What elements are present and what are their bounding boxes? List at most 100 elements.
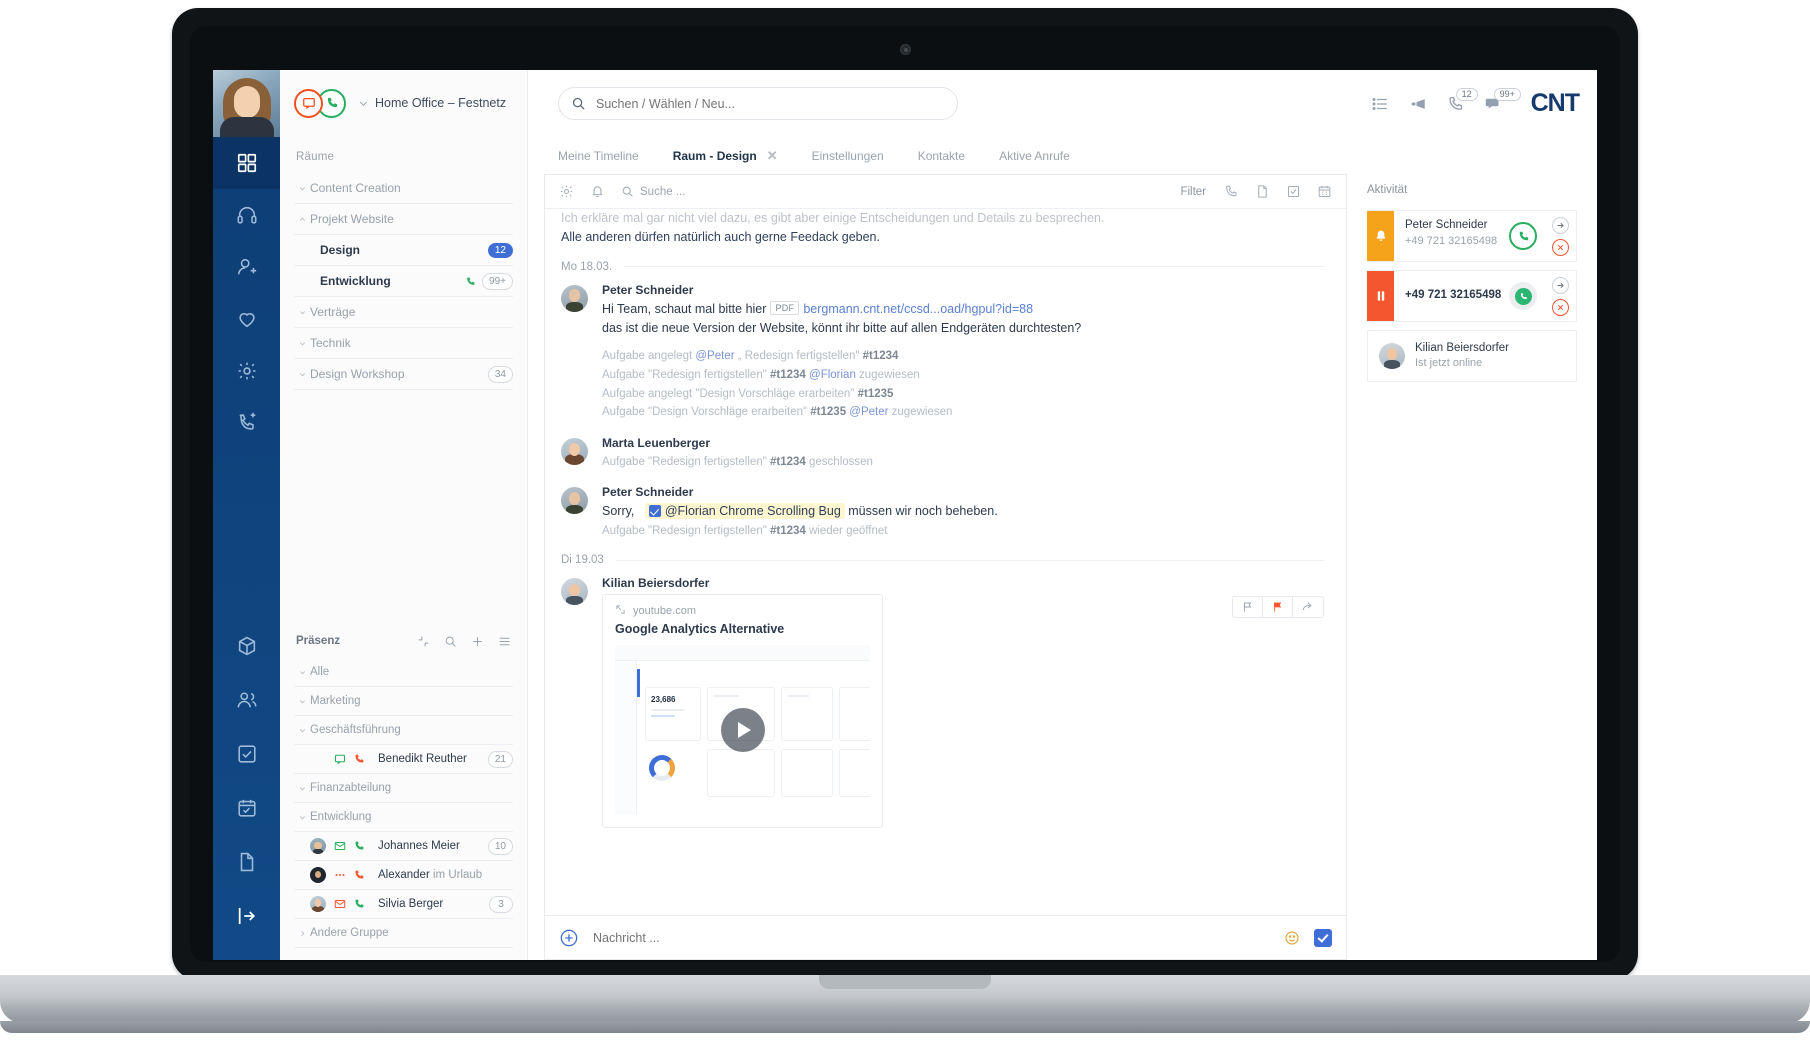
phone-icon[interactable]: 12 bbox=[1447, 87, 1478, 113]
presence-group-gesch-ftsf-hrung[interactable]: Geschäftsführung bbox=[294, 716, 513, 745]
list-icon[interactable] bbox=[1371, 95, 1389, 113]
rail-item-contact-add[interactable] bbox=[213, 241, 280, 293]
decline-x-icon[interactable] bbox=[1551, 298, 1569, 316]
chevron-up-icon[interactable] bbox=[294, 215, 310, 224]
presence-group-entwicklung[interactable]: Entwicklung bbox=[294, 803, 513, 832]
presence-status-bar[interactable]: Home Office – Festnetz bbox=[280, 70, 527, 137]
rail-item-favorites[interactable] bbox=[213, 293, 280, 345]
rail-item-settings[interactable] bbox=[213, 345, 280, 397]
emoji-icon[interactable] bbox=[1284, 930, 1300, 946]
chevron-down-icon[interactable] bbox=[294, 813, 310, 822]
filter-label[interactable]: Filter bbox=[1180, 186, 1206, 198]
rail-item-box[interactable] bbox=[213, 620, 280, 672]
tab-raum-design[interactable]: Raum - Design ✕ bbox=[673, 148, 778, 164]
message-input[interactable] bbox=[593, 930, 1270, 945]
presence-member-alexander[interactable]: Alexander im Urlaub bbox=[294, 861, 513, 890]
link[interactable]: bergmann.cnt.net/ccsd...oad/hgpul?id=88 bbox=[803, 302, 1033, 316]
pdf-chip[interactable]: PDF bbox=[770, 301, 800, 316]
presence-member-johannes-meier[interactable]: Johannes Meier 10 bbox=[294, 832, 513, 861]
calendar-icon[interactable] bbox=[1317, 184, 1332, 199]
chat-icon[interactable]: 99+ bbox=[1485, 87, 1521, 113]
search-icon[interactable] bbox=[444, 635, 457, 648]
chevron-down-icon[interactable] bbox=[294, 784, 310, 793]
task-mention-chip[interactable]: @Florian Chrome Scrolling Bug bbox=[644, 503, 845, 520]
collapse-icon[interactable] bbox=[417, 635, 430, 648]
presence-group-finanzabteilung[interactable]: Finanzabteilung bbox=[294, 774, 513, 803]
gear-icon[interactable] bbox=[559, 184, 574, 199]
phone-green-icon[interactable] bbox=[351, 898, 367, 910]
room-item-vertr-ge[interactable]: Verträge bbox=[294, 297, 513, 328]
chevron-down-icon[interactable] bbox=[358, 98, 369, 109]
activity-call-card[interactable]: Peter Schneider +49 721 32165498 bbox=[1367, 210, 1577, 262]
send-check-icon[interactable] bbox=[1314, 928, 1332, 947]
phone-icon[interactable] bbox=[1224, 184, 1239, 199]
close-icon[interactable]: ✕ bbox=[767, 148, 778, 164]
rail-item-people[interactable] bbox=[213, 674, 280, 726]
chevron-down-icon[interactable] bbox=[294, 668, 310, 677]
user-avatar[interactable] bbox=[213, 70, 280, 137]
tab-meine-timeline[interactable]: Meine Timeline bbox=[558, 149, 639, 163]
tab-aktive-anrufe[interactable]: Aktive Anrufe bbox=[999, 149, 1070, 163]
tab-kontakte[interactable]: Kontakte bbox=[918, 149, 965, 163]
checkbox-icon[interactable] bbox=[648, 505, 661, 518]
search-input[interactable] bbox=[596, 96, 957, 111]
room-item-entwicklung[interactable]: Entwicklung 99+ bbox=[294, 266, 513, 297]
chat-search[interactable]: Suche ... bbox=[621, 185, 685, 198]
rail-item-dashboard[interactable] bbox=[213, 137, 280, 189]
phone-accept-icon[interactable] bbox=[1509, 222, 1537, 250]
mention[interactable]: @Peter bbox=[695, 350, 734, 362]
plus-icon[interactable] bbox=[471, 635, 484, 648]
phone-red-icon[interactable] bbox=[351, 753, 367, 765]
activity-call-card[interactable]: +49 721 32165498 bbox=[1367, 270, 1577, 322]
phone-red-icon[interactable] bbox=[351, 869, 367, 881]
rail-item-checkbox[interactable] bbox=[213, 728, 280, 780]
chevron-right-icon[interactable] bbox=[294, 929, 310, 938]
flag-outline-icon[interactable] bbox=[1233, 597, 1263, 618]
link-preview-card[interactable]: youtube.com Google Analytics Alternative 2… bbox=[602, 594, 883, 829]
menu-icon[interactable] bbox=[498, 635, 511, 648]
rail-item-documents[interactable] bbox=[213, 836, 280, 888]
megaphone-icon[interactable] bbox=[1409, 95, 1427, 113]
messages-list[interactable]: Ich erkläre mal gar nicht viel dazu, es … bbox=[545, 209, 1346, 915]
arrow-right-icon[interactable] bbox=[1551, 276, 1569, 294]
presence-member-benedikt-reuther[interactable]: Benedikt Reuther 21 bbox=[294, 745, 513, 774]
presence-group-alle[interactable]: Alle bbox=[294, 658, 513, 687]
chevron-down-icon[interactable] bbox=[294, 370, 310, 379]
room-item-projekt-website[interactable]: Projekt Website bbox=[294, 204, 513, 235]
presence-group-marketing[interactable]: Marketing bbox=[294, 687, 513, 716]
rail-item-headset[interactable] bbox=[213, 189, 280, 241]
chevron-down-icon[interactable] bbox=[294, 726, 310, 735]
task-icon[interactable] bbox=[1286, 184, 1301, 199]
document-icon[interactable] bbox=[1255, 184, 1270, 199]
rail-item-phone-settings[interactable] bbox=[213, 397, 280, 449]
chat-green-icon[interactable] bbox=[332, 753, 348, 765]
phone-green-icon[interactable] bbox=[351, 840, 367, 852]
presence-group-andere-gruppe[interactable]: Andere Gruppe bbox=[294, 919, 513, 948]
chevron-down-icon[interactable] bbox=[294, 184, 310, 193]
global-search[interactable] bbox=[558, 87, 958, 120]
dots-red-icon[interactable] bbox=[332, 869, 348, 881]
room-item-content-creation[interactable]: Content Creation bbox=[294, 173, 513, 204]
preview-thumbnail[interactable]: 23,686 bbox=[615, 645, 870, 816]
chat-bubble-icon[interactable] bbox=[294, 88, 323, 118]
bell-icon[interactable] bbox=[590, 184, 605, 199]
plus-circle-icon[interactable] bbox=[559, 928, 579, 948]
mail-green-icon[interactable] bbox=[332, 840, 348, 852]
rail-item-tasks[interactable] bbox=[213, 782, 280, 834]
rail-item-logout[interactable] bbox=[213, 890, 280, 942]
play-icon[interactable] bbox=[720, 708, 765, 753]
activity-presence-card[interactable]: Kilian Beiersdorfer Ist jetzt online bbox=[1367, 330, 1577, 382]
room-item-technik[interactable]: Technik bbox=[294, 328, 513, 359]
mail-red-icon[interactable] bbox=[332, 898, 348, 910]
mention[interactable]: @Peter bbox=[849, 406, 888, 418]
room-item-design-workshop[interactable]: Design Workshop 34 bbox=[294, 359, 513, 390]
chevron-down-icon[interactable] bbox=[294, 339, 310, 348]
flag-red-icon[interactable] bbox=[1263, 597, 1293, 618]
phone-accept-icon[interactable] bbox=[1509, 282, 1537, 310]
forward-icon[interactable] bbox=[1293, 597, 1323, 617]
tab-einstellungen[interactable]: Einstellungen bbox=[812, 149, 884, 163]
room-item-design[interactable]: Design 12 bbox=[294, 235, 513, 266]
mention[interactable]: @Florian bbox=[809, 369, 856, 381]
decline-x-icon[interactable] bbox=[1551, 238, 1569, 256]
chevron-down-icon[interactable] bbox=[294, 697, 310, 706]
